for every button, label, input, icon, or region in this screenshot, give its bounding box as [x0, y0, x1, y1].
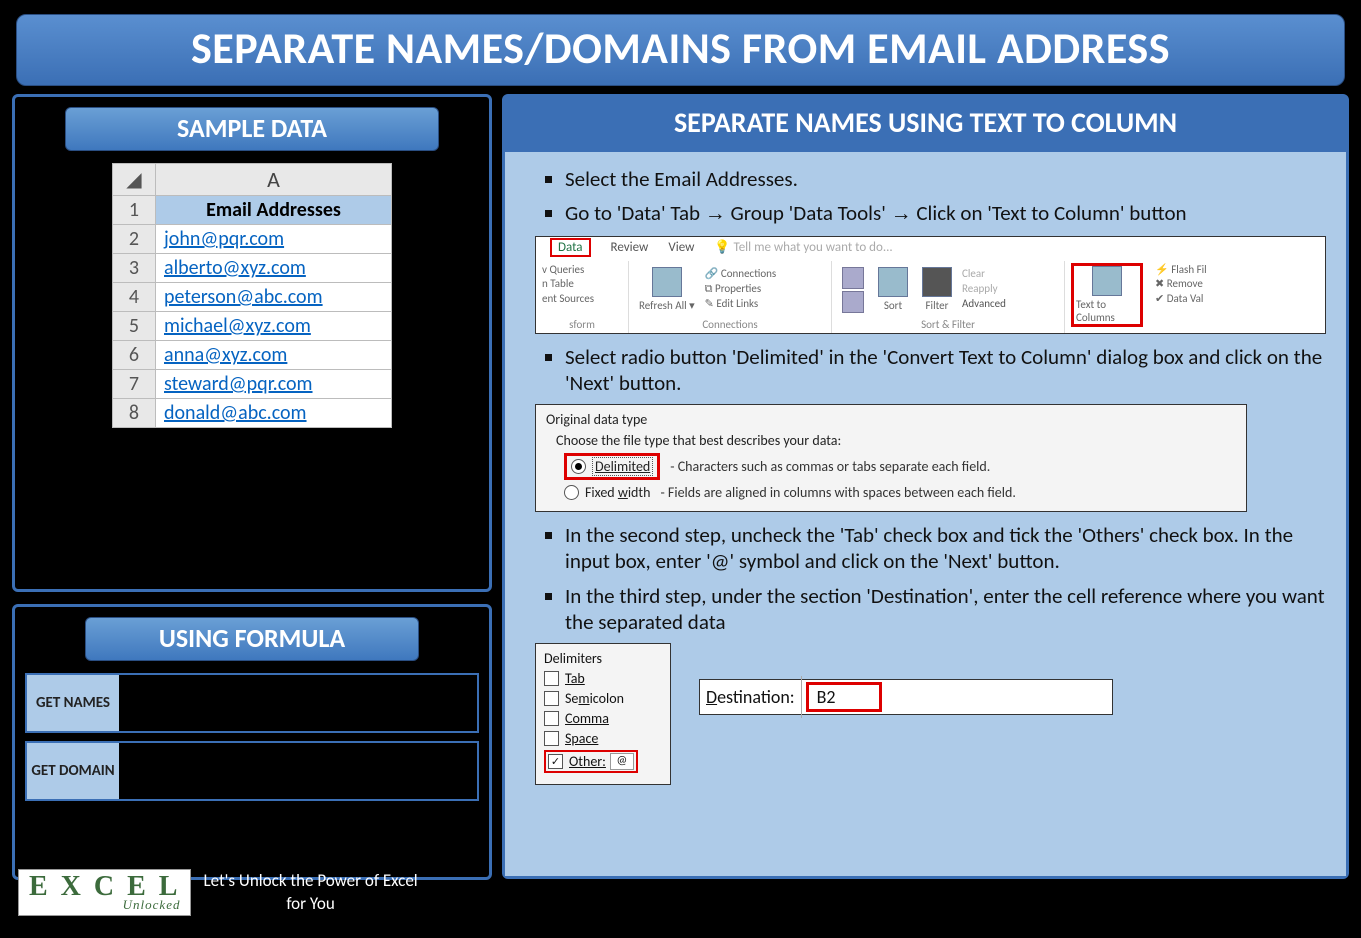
other-checkbox[interactable] — [548, 754, 563, 769]
ribbon-item[interactable]: v Queries — [542, 263, 622, 278]
delimited-radio[interactable] — [571, 459, 586, 474]
email-cell: anna@xyz.com — [164, 343, 287, 367]
comma-checkbox[interactable] — [544, 711, 559, 726]
sort-az-button[interactable] — [838, 265, 868, 315]
destination-label: Destination: — [700, 676, 802, 718]
filter-button[interactable]: Filter — [918, 265, 956, 314]
original-data-type-dialog: Original data type Choose the file type … — [535, 404, 1247, 512]
text-to-columns-button[interactable]: Text to Columns — [1071, 263, 1143, 327]
col-header-a: A — [156, 164, 392, 196]
sort-icon — [878, 267, 908, 297]
row-header: 8 — [113, 399, 156, 428]
email-cell: steward@pqr.com — [164, 372, 313, 396]
row-header: 1 — [113, 196, 156, 225]
filter-icon — [922, 267, 952, 297]
brand-logo: E X C E L Unlocked — [18, 869, 191, 916]
text-to-columns-icon — [1092, 266, 1122, 296]
page-title: SEPARATE NAMES/DOMAINS FROM EMAIL ADDRES… — [16, 14, 1345, 86]
edit-links-button[interactable]: ✎ Edit Links — [705, 297, 777, 312]
ribbon-group-label: Connections — [635, 318, 825, 331]
excel-ribbon: Data Review View 💡 Tell me what you want… — [535, 236, 1326, 334]
row-header: 5 — [113, 312, 156, 341]
arrow-icon: → — [891, 202, 912, 225]
select-all-corner: ◢ — [113, 164, 156, 196]
row-header: 2 — [113, 225, 156, 254]
sample-data-heading: SAMPLE DATA — [65, 107, 439, 151]
footer: E X C E L Unlocked Let's Unlock the Powe… — [18, 869, 418, 916]
using-formula-panel: USING FORMULA GET NAMES GET DOMAIN — [12, 604, 492, 880]
sort-az-icon — [842, 267, 864, 289]
table-header-cell: Email Addresses — [156, 196, 392, 225]
email-cell: donald@abc.com — [164, 401, 307, 425]
space-checkbox[interactable] — [544, 731, 559, 746]
delimiters-title: Delimiters — [544, 650, 662, 667]
ribbon-group-label: Sort & Filter — [838, 318, 1058, 331]
tab-data[interactable]: Data — [550, 238, 591, 257]
space-label: Space — [565, 730, 598, 747]
row-header: 7 — [113, 370, 156, 399]
fixed-width-desc: - Fields are aligned in columns with spa… — [660, 484, 1015, 501]
step-4: In the second step, uncheck the 'Tab' ch… — [565, 522, 1326, 575]
destination-input[interactable]: B2 — [806, 682, 882, 712]
sort-za-icon — [842, 291, 864, 313]
data-validation-button[interactable]: ✔ Data Val — [1155, 292, 1207, 307]
instructions-heading: SEPARATE NAMES USING TEXT TO COLUMN — [505, 97, 1346, 152]
arrow-icon: → — [705, 202, 726, 225]
refresh-icon — [652, 267, 682, 297]
row-header: 6 — [113, 341, 156, 370]
reapply-button[interactable]: Reapply — [962, 282, 1006, 297]
refresh-all-button[interactable]: Refresh All ▾ — [635, 265, 699, 314]
remove-dup-button[interactable]: ✖ Remove — [1155, 277, 1207, 292]
step-1: Select the Email Addresses. — [565, 166, 1326, 192]
get-domain-row: GET DOMAIN — [25, 741, 479, 801]
brand-tagline: Let's Unlock the Power of Excel for You — [203, 870, 417, 914]
email-cell: peterson@abc.com — [164, 285, 323, 309]
sample-table: ◢A 1Email Addresses 2 john@pqr.com 3 alber… — [112, 163, 392, 428]
tab-checkbox[interactable] — [544, 671, 559, 686]
ribbon-group-label: sform — [542, 318, 622, 331]
email-cell: john@pqr.com — [164, 227, 284, 251]
tab-review[interactable]: Review — [611, 240, 649, 255]
tab-label: Tab — [565, 670, 585, 687]
other-label: Other: — [569, 753, 606, 770]
clear-button[interactable]: Clear — [962, 267, 1006, 282]
properties-button[interactable]: ⧉ Properties — [705, 282, 777, 297]
get-domain-label: GET DOMAIN — [27, 743, 119, 799]
flash-fill-button[interactable]: ⚡ Flash Fil — [1155, 263, 1207, 278]
fixed-width-radio[interactable] — [564, 485, 579, 500]
ribbon-item[interactable]: n Table — [542, 277, 622, 292]
sample-data-panel: SAMPLE DATA ◢A 1Email Addresses 2 john@pq… — [12, 94, 492, 592]
semicolon-label: Semicolon — [565, 690, 624, 707]
delimited-label: Delimited — [595, 458, 650, 475]
get-domain-body — [119, 743, 477, 799]
instructions-panel: SEPARATE NAMES USING TEXT TO COLUMN Sele… — [502, 94, 1349, 879]
ribbon-item[interactable]: ent Sources — [542, 292, 622, 307]
sort-button[interactable]: Sort — [874, 265, 912, 314]
step-3: Select radio button 'Delimited' in the '… — [565, 344, 1326, 397]
row-header: 3 — [113, 254, 156, 283]
tell-me-search[interactable]: 💡 Tell me what you want to do... — [714, 240, 892, 255]
row-header: 4 — [113, 283, 156, 312]
delimiters-dialog: Delimiters Tab Semicolon Comma Space Oth… — [535, 643, 671, 785]
dialog-subtitle: Choose the file type that best describes… — [556, 432, 1236, 449]
email-cell: alberto@xyz.com — [164, 256, 306, 280]
tab-view[interactable]: View — [668, 240, 694, 255]
get-names-row: GET NAMES — [25, 673, 479, 733]
comma-label: Comma — [565, 710, 609, 727]
advanced-button[interactable]: Advanced — [962, 297, 1006, 312]
semicolon-checkbox[interactable] — [544, 691, 559, 706]
fixed-width-label: Fixed width — [585, 484, 650, 501]
dialog-title: Original data type — [546, 411, 1236, 428]
destination-field: Destination: B2 — [699, 679, 1113, 715]
delimited-desc: - Characters such as commas or tabs sepa… — [670, 458, 990, 475]
get-names-label: GET NAMES — [27, 675, 119, 731]
other-input[interactable]: @ — [610, 753, 634, 770]
get-names-body — [119, 675, 477, 731]
connections-button[interactable]: 🔗 Connections — [705, 267, 777, 282]
using-formula-heading: USING FORMULA — [85, 617, 419, 661]
email-cell: michael@xyz.com — [164, 314, 311, 338]
step-2: Go to 'Data' Tab → Group 'Data Tools' → … — [565, 200, 1326, 227]
step-5: In the third step, under the section 'De… — [565, 583, 1326, 636]
